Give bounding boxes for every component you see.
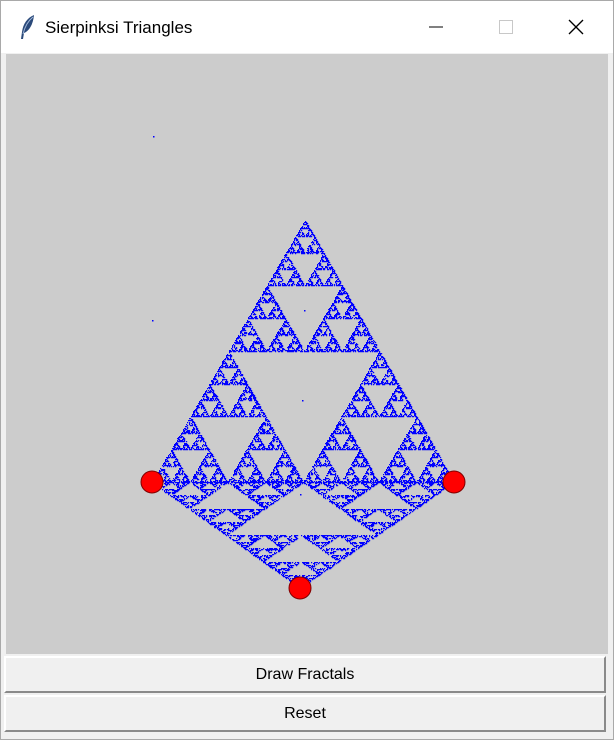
title-bar[interactable]: Sierpinksi Triangles: [1, 1, 613, 53]
vertex-right[interactable]: [442, 470, 466, 494]
window-title: Sierpinksi Triangles: [45, 18, 193, 37]
fractal-points: [152, 136, 455, 588]
reset-button[interactable]: Reset: [4, 695, 606, 732]
minimize-icon: [429, 26, 443, 28]
vertex-bottom[interactable]: [288, 576, 312, 600]
maximize-icon: [499, 20, 513, 34]
maximize-button[interactable]: [471, 1, 541, 53]
app-window: Sierpinksi Triangles Draw Fractals Reset: [0, 0, 614, 740]
sierpinski-point-cloud: [152, 136, 455, 588]
minimize-button[interactable]: [401, 1, 471, 53]
close-icon: [568, 19, 584, 35]
triangle-vertices: [140, 470, 466, 600]
fractal-drawing: [140, 136, 466, 600]
close-button[interactable]: [541, 1, 611, 53]
fractal-canvas[interactable]: [6, 54, 608, 654]
draw-fractals-button[interactable]: Draw Fractals: [4, 656, 606, 693]
vertex-left[interactable]: [140, 470, 164, 494]
feather-icon: [19, 14, 37, 40]
